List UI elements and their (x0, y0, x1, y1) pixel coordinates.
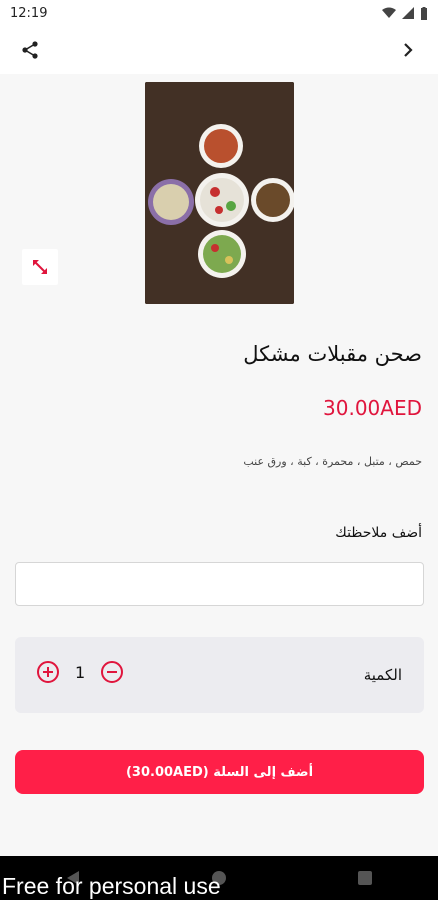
product-price: 30.00AED (323, 396, 422, 420)
decrease-quantity-button[interactable] (101, 661, 124, 683)
expand-icon (33, 260, 47, 274)
status-icons (382, 6, 428, 20)
food-photo (145, 82, 294, 304)
quantity-value: 1 (75, 662, 86, 682)
share-button[interactable] (16, 36, 44, 64)
product-description: حمص ، متبل ، محمرة ، كبة ، ورق عنب (243, 455, 422, 468)
status-bar: 12:19 (0, 0, 438, 26)
quantity-stepper: 1 (37, 661, 124, 683)
quantity-label: الكمية (363, 666, 402, 684)
share-icon (22, 41, 38, 59)
expand-image-button[interactable] (22, 249, 58, 285)
watermark: Free for personal use (2, 873, 221, 899)
minus-icon (107, 671, 118, 673)
wifi-icon (382, 7, 396, 18)
product-image[interactable] (145, 82, 294, 304)
notes-label: أضف ملاحظتك (335, 525, 422, 541)
increase-quantity-button[interactable] (37, 661, 59, 683)
status-time: 12:19 (10, 5, 48, 21)
signal-icon (402, 7, 414, 19)
product-title: صحن مقبلات مشكل (243, 342, 422, 366)
add-to-cart-button[interactable]: أضف إلى السلة (30.00AED) (15, 750, 424, 794)
nav-recents-icon[interactable] (357, 870, 373, 886)
battery-icon (421, 6, 427, 20)
back-button[interactable] (394, 36, 422, 64)
quantity-card: الكمية 1 (15, 637, 424, 713)
chevron-right-icon (404, 43, 413, 57)
plus-icon (43, 667, 53, 677)
notes-input[interactable] (15, 562, 424, 606)
app-bar (0, 26, 438, 74)
